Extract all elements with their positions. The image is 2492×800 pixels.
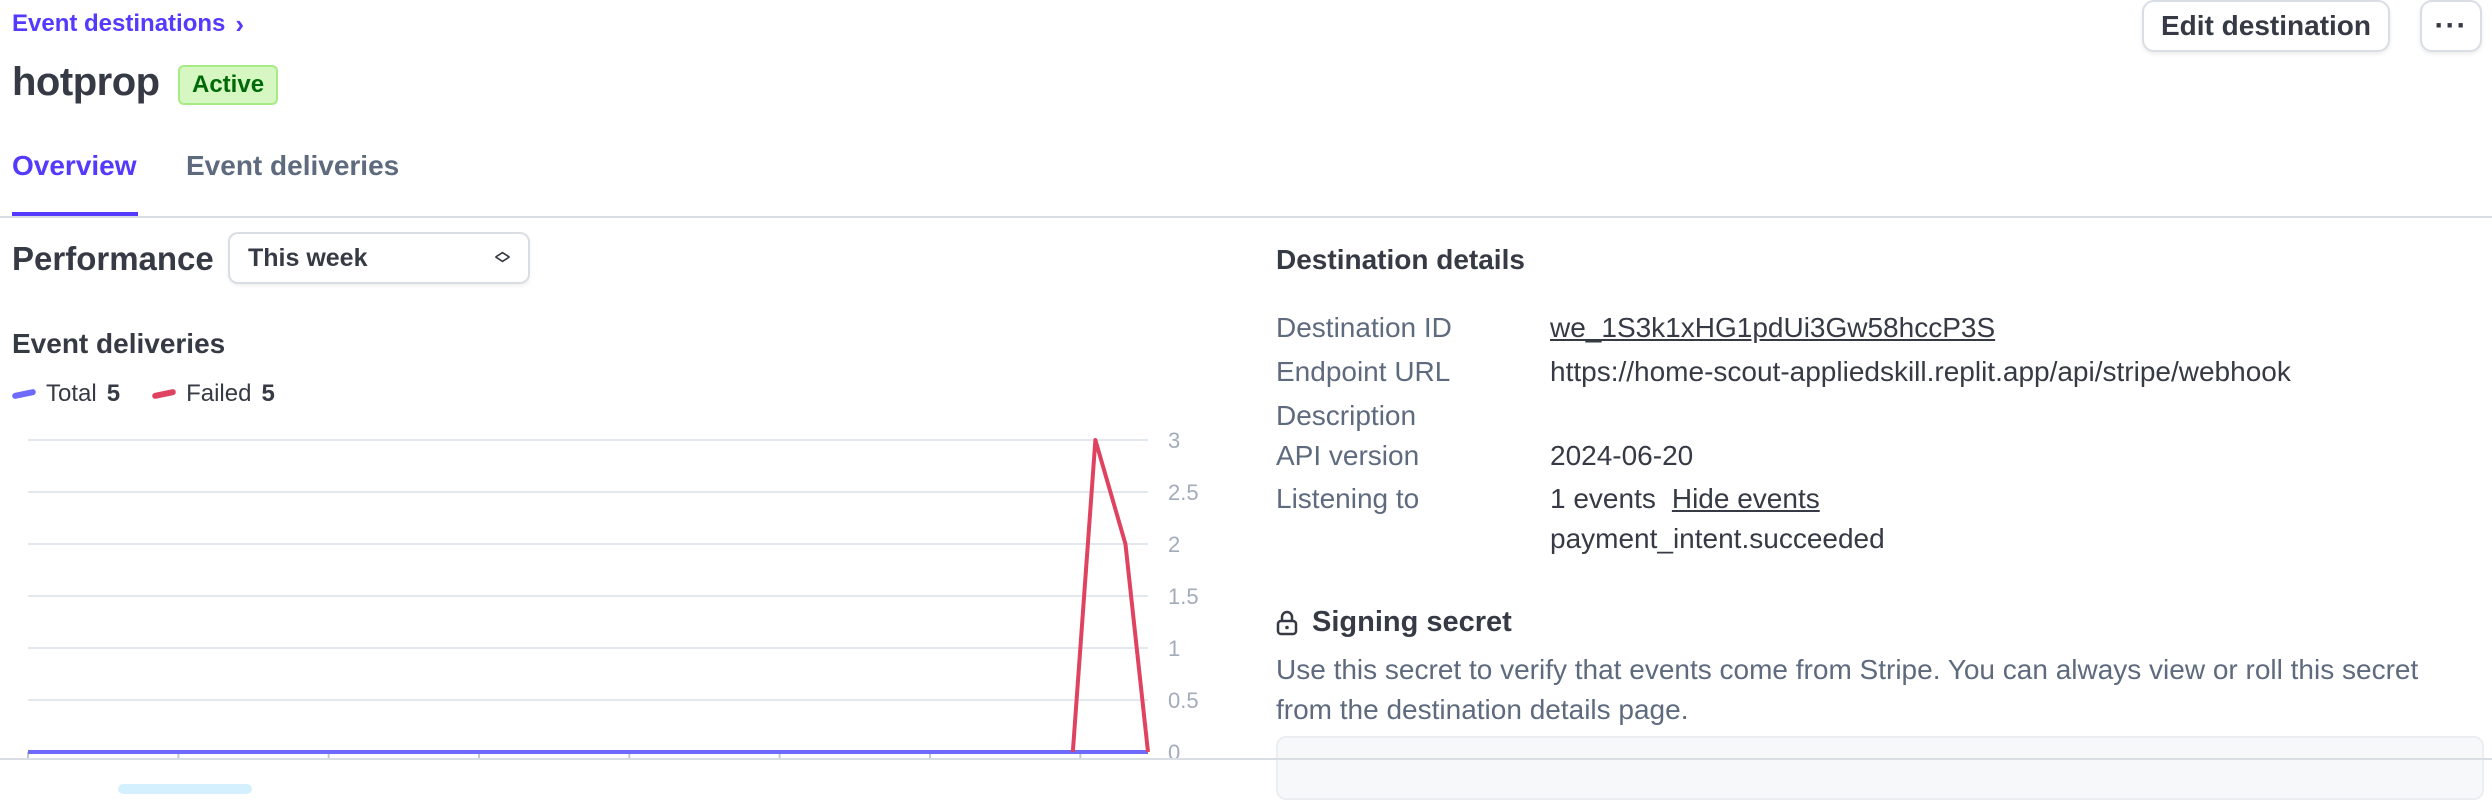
- signing-secret-title: Signing secret: [1312, 606, 1512, 638]
- page-title: hotprop: [12, 60, 160, 104]
- hide-events-link[interactable]: Hide events: [1672, 483, 1820, 515]
- events-count: 1 events: [1550, 483, 1656, 514]
- chevron-right-icon: ›: [235, 9, 245, 39]
- api-version-value: 2024-06-20: [1550, 440, 1694, 471]
- y-tick-label: 2.5: [1168, 480, 1199, 505]
- y-tick-label: 3: [1168, 428, 1180, 453]
- date-range-select[interactable]: This week ︿ ﹀: [228, 232, 530, 284]
- event-deliveries-chart: 3 2.5 2 1.5 1 0.5 0: [27, 428, 1199, 760]
- y-tick-label: 0.5: [1168, 688, 1199, 713]
- destination-details-heading: Destination details: [1276, 244, 1525, 275]
- y-tick-label: 0: [1168, 740, 1180, 760]
- select-arrows-icon: ︿ ﹀: [494, 243, 510, 273]
- breadcrumb-event-destinations[interactable]: Event destinations ›: [12, 10, 244, 38]
- chart-title: Event deliveries: [12, 328, 226, 359]
- legend-item-failed: Failed 5: [151, 380, 275, 408]
- signing-secret-field[interactable]: [1276, 736, 2484, 800]
- endpoint-url-value: https://home-scout-appliedskill.replit.a…: [1550, 356, 2291, 387]
- bottom-divider: [0, 758, 2492, 760]
- listening-to-label: Listening to: [1276, 483, 1420, 514]
- tab-overview[interactable]: Overview: [12, 150, 137, 182]
- legend-item-total: Total 5: [11, 380, 121, 408]
- destination-id-value[interactable]: we_1S3k1xHG1pdUi3Gw58hccP3S: [1550, 312, 1995, 344]
- performance-heading: Performance: [12, 240, 214, 277]
- endpoint-url-label: Endpoint URL: [1276, 356, 1451, 387]
- destination-id-label: Destination ID: [1276, 312, 1452, 343]
- description-label: Description: [1276, 400, 1417, 431]
- legend-swatch-failed: [151, 388, 177, 400]
- chart-legend: Total 5 Failed 5: [11, 380, 307, 408]
- event-type-item: payment_intent.succeeded: [1550, 523, 1885, 554]
- signing-secret-heading: Signing secret: [1276, 606, 1512, 639]
- legend-label-failed: Failed: [186, 380, 252, 407]
- y-tick-label: 2: [1168, 532, 1180, 557]
- legend-swatch-total: [11, 388, 37, 400]
- legend-label-total: Total: [46, 380, 97, 407]
- y-tick-label: 1: [1168, 636, 1180, 661]
- bottom-tab-pill[interactable]: [118, 784, 252, 794]
- listening-to-row: 1 events Hide events: [1550, 483, 1820, 515]
- legend-count-total: 5: [106, 380, 121, 407]
- edit-destination-button[interactable]: Edit destination: [2142, 0, 2390, 52]
- date-range-value: This week: [248, 243, 368, 272]
- status-badge: Active: [178, 65, 279, 105]
- tabs-divider: [0, 216, 2492, 218]
- lock-icon: [1276, 610, 1298, 635]
- y-tick-label: 1.5: [1168, 584, 1199, 609]
- legend-count-failed: 5: [261, 380, 275, 407]
- signing-secret-description: Use this secret to verify that events co…: [1276, 654, 2419, 725]
- more-options-button[interactable]: ···: [2420, 0, 2482, 52]
- api-version-label: API version: [1276, 440, 1420, 471]
- breadcrumb-label: Event destinations: [12, 10, 226, 37]
- tab-event-deliveries[interactable]: Event deliveries: [186, 150, 399, 182]
